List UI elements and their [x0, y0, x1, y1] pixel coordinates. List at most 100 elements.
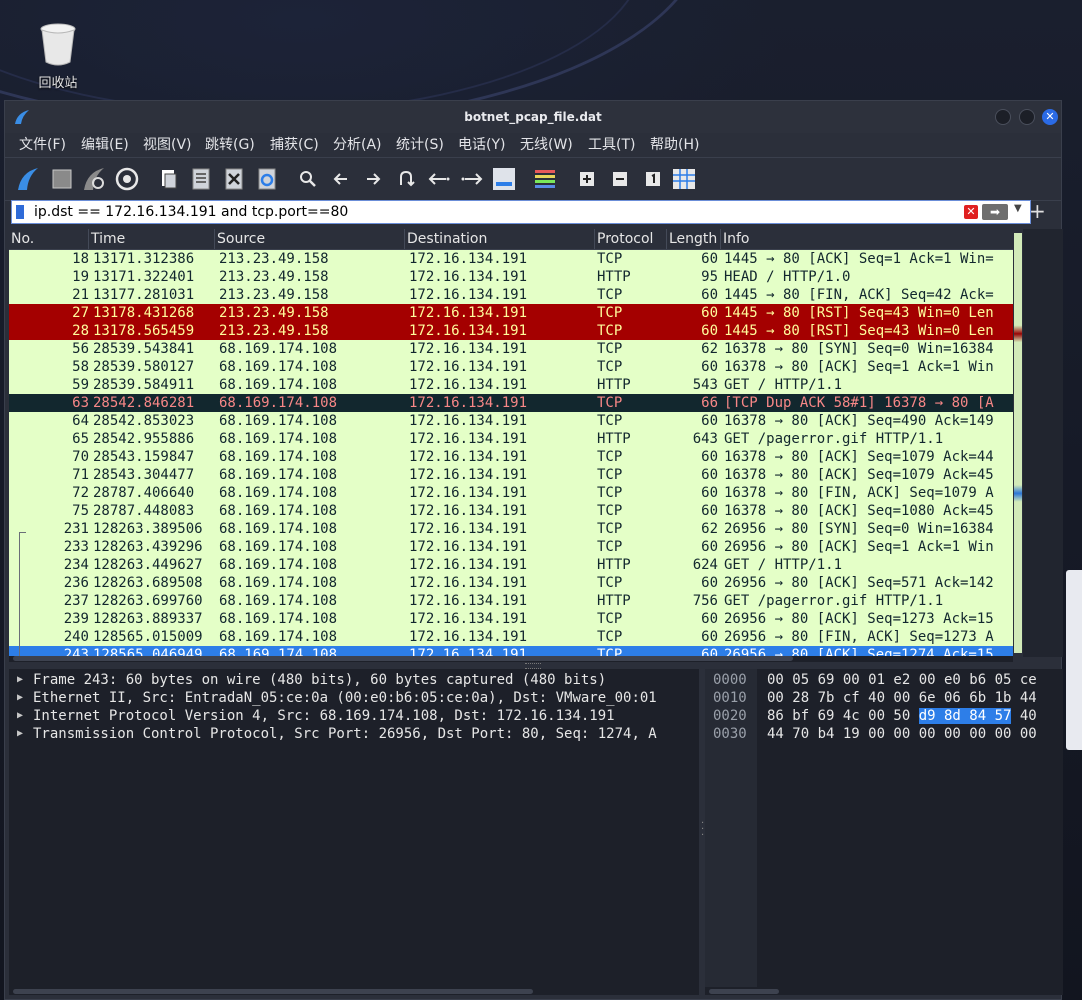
go-back-icon[interactable] — [328, 166, 354, 192]
column-header-length[interactable]: Length — [667, 229, 721, 249]
packet-length: 60 — [701, 575, 718, 591]
packet-info: 1445 → 80 [FIN, ACK] Seq=42 Ack= — [724, 287, 994, 303]
first-packet-icon[interactable] — [426, 166, 452, 192]
normal-size-icon[interactable] — [640, 166, 666, 192]
packet-source: 68.169.174.108 — [219, 629, 338, 645]
column-header-source[interactable]: Source — [215, 229, 405, 249]
column-header-protocol[interactable]: Protocol — [595, 229, 667, 249]
column-header-info[interactable]: Info — [721, 229, 1013, 249]
menu-capture[interactable]: 捕获(C) — [270, 133, 319, 157]
packet-list[interactable]: No. Time Source Destination Protocol Len… — [9, 229, 1013, 657]
details-hscrollbar[interactable] — [9, 987, 699, 995]
table-row[interactable]: 70 28543.159847 68.169.174.108 172.16.134.1… — [9, 448, 1013, 466]
detail-tree-item[interactable]: ▶ Frame 243: 60 bytes on wire (480 bits),… — [9, 671, 699, 689]
table-row[interactable]: 28 13178.565459 213.23.49.158 172.16.134.19… — [9, 322, 1013, 340]
last-packet-icon[interactable] — [459, 166, 485, 192]
menu-analyze[interactable]: 分析(A) — [333, 133, 382, 157]
packet-list-hscrollbar[interactable] — [9, 656, 1013, 662]
resize-columns-icon[interactable] — [671, 166, 697, 192]
table-row[interactable]: 18 13171.312386 213.23.49.158 172.16.134.19… — [9, 250, 1013, 268]
close-button[interactable]: ✕ — [1042, 109, 1058, 125]
expand-arrow-icon[interactable]: ▶ — [17, 671, 23, 689]
close-file-icon[interactable] — [221, 166, 247, 192]
packet-minimap[interactable] — [1013, 229, 1023, 657]
packet-list-scroll-area[interactable] — [1023, 229, 1063, 657]
table-row[interactable]: 64 28542.853023 68.169.174.108 172.16.134.1… — [9, 412, 1013, 430]
minimize-button[interactable] — [995, 109, 1011, 125]
menu-statistics[interactable]: 统计(S) — [396, 133, 444, 157]
hex-dump-row[interactable]: 0010 00 28 7b cf 40 00 6e 06 6b 1b 44 — [705, 689, 1063, 707]
menu-go[interactable]: 跳转(G) — [205, 133, 255, 157]
table-row[interactable]: 237 128263.699760 68.169.174.108 172.16.134… — [9, 592, 1013, 610]
detail-tree-item[interactable]: ▶ Internet Protocol Version 4, Src: 68.16… — [9, 707, 699, 725]
detail-tree-item[interactable]: ▶ Transmission Control Protocol, Src Port… — [9, 725, 699, 743]
hex-dump-row[interactable]: 0020 86 bf 69 4c 00 50 d9 8d 84 57 40 — [705, 707, 1063, 725]
menu-tools[interactable]: 工具(T) — [588, 133, 635, 157]
auto-scroll-icon[interactable] — [491, 166, 517, 192]
colorize-icon[interactable] — [532, 166, 558, 192]
packet-destination: 172.16.134.191 — [409, 251, 528, 267]
reload-file-icon[interactable] — [254, 166, 280, 192]
table-row[interactable]: 239 128263.889337 68.169.174.108 172.16.134… — [9, 610, 1013, 628]
scrollbar-thumb[interactable] — [709, 989, 779, 994]
table-row[interactable]: 234 128263.449627 68.169.174.108 172.16.134… — [9, 556, 1013, 574]
hex-dump-row[interactable]: 0000 00 05 69 00 01 e2 00 e0 b6 05 ce — [705, 671, 1063, 689]
save-file-icon[interactable] — [188, 166, 214, 192]
table-row[interactable]: 63 28542.846281 68.169.174.108 172.16.134.1… — [9, 394, 1013, 412]
bookmark-icon[interactable] — [16, 205, 24, 219]
table-row[interactable]: 231 128263.389506 68.169.174.108 172.16.134… — [9, 520, 1013, 538]
desktop-trash-shortcut[interactable]: 回收站 — [28, 22, 88, 91]
table-row[interactable]: 75 28787.448083 68.169.174.108 172.16.134.1… — [9, 502, 1013, 520]
menu-view[interactable]: 视图(V) — [143, 133, 192, 157]
table-row[interactable]: 59 28539.584911 68.169.174.108 172.16.134.1… — [9, 376, 1013, 394]
menu-wireless[interactable]: 无线(W) — [520, 133, 573, 157]
open-file-icon[interactable] — [156, 166, 182, 192]
packet-details-pane[interactable]: ▶ Frame 243: 60 bytes on wire (480 bits),… — [9, 669, 699, 987]
zoom-out-icon[interactable] — [607, 166, 633, 192]
menu-edit[interactable]: 编辑(E) — [81, 133, 129, 157]
clear-filter-icon[interactable]: ✕ — [964, 205, 978, 219]
zoom-in-icon[interactable] — [574, 166, 600, 192]
menu-file[interactable]: 文件(F) — [19, 133, 66, 157]
maximize-button[interactable] — [1019, 109, 1035, 125]
packet-bytes-pane[interactable]: 0000 00 05 69 00 01 e2 00 e0 b6 05 ce 0010… — [705, 669, 1063, 987]
apply-filter-icon[interactable]: ➡ — [982, 204, 1008, 220]
menu-telephony[interactable]: 电话(Y) — [458, 133, 505, 157]
table-row[interactable]: 233 128263.439296 68.169.174.108 172.16.134… — [9, 538, 1013, 556]
start-capture-icon[interactable] — [15, 166, 41, 192]
menu-help[interactable]: 帮助(H) — [650, 133, 699, 157]
go-to-packet-icon[interactable] — [393, 166, 419, 192]
packet-source: 68.169.174.108 — [219, 503, 338, 519]
stop-capture-icon[interactable] — [49, 166, 75, 192]
capture-options-icon[interactable] — [114, 166, 140, 192]
column-header-no[interactable]: No. — [9, 229, 89, 249]
table-row[interactable]: 19 13171.322401 213.23.49.158 172.16.134.19… — [9, 268, 1013, 286]
column-header-destination[interactable]: Destination — [405, 229, 595, 249]
bytes-hscrollbar[interactable] — [705, 987, 1063, 995]
table-row[interactable]: 65 28542.955886 68.169.174.108 172.16.134.1… — [9, 430, 1013, 448]
expand-arrow-icon[interactable]: ▶ — [17, 689, 23, 707]
restart-capture-icon[interactable] — [81, 166, 107, 192]
hex-dump-row[interactable]: 0030 44 70 b4 19 00 00 00 00 00 00 00 — [705, 725, 1063, 743]
expand-arrow-icon[interactable]: ▶ — [17, 707, 23, 725]
column-header-time[interactable]: Time — [89, 229, 215, 249]
table-row[interactable]: 240 128565.015009 68.169.174.108 172.16.134… — [9, 628, 1013, 646]
scrollbar-thumb[interactable] — [13, 656, 793, 661]
add-filter-button-icon[interactable]: + — [1029, 199, 1046, 223]
detail-tree-item[interactable]: ▶ Ethernet II, Src: EntradaN_05:ce:0a (00… — [9, 689, 699, 707]
title-bar[interactable]: botnet_pcap_file.dat ✕ — [5, 101, 1061, 133]
table-row[interactable]: 58 28539.580127 68.169.174.108 172.16.134.1… — [9, 358, 1013, 376]
packet-info: GET / HTTP/1.1 — [724, 557, 843, 573]
table-row[interactable]: 21 13177.281031 213.23.49.158 172.16.134.19… — [9, 286, 1013, 304]
expand-arrow-icon[interactable]: ▶ — [17, 725, 23, 743]
table-row[interactable]: 71 28543.304477 68.169.174.108 172.16.134.1… — [9, 466, 1013, 484]
display-filter-input[interactable] — [34, 202, 954, 222]
table-row[interactable]: 236 128263.689508 68.169.174.108 172.16.134… — [9, 574, 1013, 592]
table-row[interactable]: 72 28787.406640 68.169.174.108 172.16.134.1… — [9, 484, 1013, 502]
scrollbar-thumb[interactable] — [13, 989, 533, 994]
go-forward-icon[interactable] — [360, 166, 386, 192]
chevron-down-icon[interactable]: ▼ — [1014, 203, 1022, 214]
table-row[interactable]: 27 13178.431268 213.23.49.158 172.16.134.19… — [9, 304, 1013, 322]
table-row[interactable]: 56 28539.543841 68.169.174.108 172.16.134.1… — [9, 340, 1013, 358]
find-packet-icon[interactable] — [295, 166, 321, 192]
